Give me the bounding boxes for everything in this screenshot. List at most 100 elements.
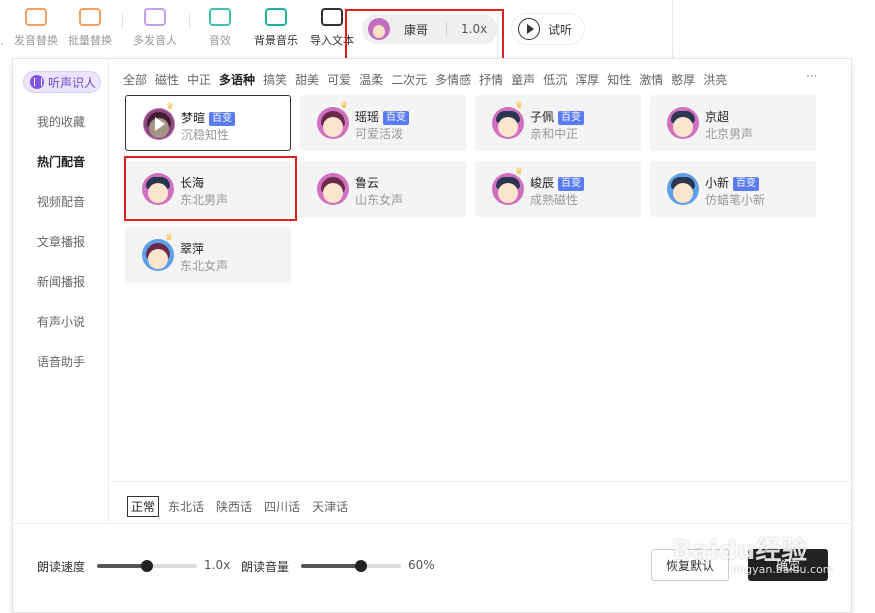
dialect-option[interactable]: 天津话 [309, 497, 351, 516]
crown-icon: ♛ [166, 102, 175, 112]
voice-avatar [492, 173, 524, 205]
voice-avatar [317, 107, 349, 139]
voice-card[interactable]: 鲁云 山东女声 [300, 161, 466, 217]
highlight-box [124, 156, 297, 221]
tab-category[interactable]: 磁性 [155, 71, 179, 88]
volume-value: 60% [408, 558, 435, 572]
tab-category[interactable]: 童声 [511, 71, 535, 88]
voice-description: 可爱活泼 [355, 127, 404, 141]
volume-slider[interactable] [301, 560, 401, 572]
tab-category[interactable]: 低沉 [543, 71, 567, 88]
volume-slider-handle[interactable] [355, 560, 367, 572]
voice-recognition-button[interactable]: 听声识人 [23, 71, 101, 93]
voice-avatar [667, 107, 699, 139]
tab-category[interactable]: 搞笑 [263, 71, 287, 88]
highlight-box [345, 9, 504, 61]
crown-icon: ♛ [340, 101, 349, 111]
sound-effect-button[interactable]: 音效 [204, 8, 236, 48]
sidebar-item-assistant[interactable]: 语音助手 [37, 353, 85, 370]
tab-category[interactable]: 中正 [187, 71, 211, 88]
variant-badge: 百变 [383, 111, 410, 125]
crown-icon: ♛ [515, 101, 524, 111]
voice-card[interactable]: ♛ 峻辰 百变 成熟磁性 [475, 161, 641, 217]
voice-description: 北京男声 [705, 127, 754, 141]
variant-badge: 百变 [558, 111, 585, 125]
sidebar-item-video[interactable]: 视频配音 [37, 193, 85, 210]
more-categories-button[interactable]: ··· [806, 69, 817, 83]
background-music-icon [265, 8, 287, 26]
voice-card[interactable]: ♛ 翠萍 东北女声 [125, 227, 291, 283]
voice-name: 子佩 [530, 110, 555, 124]
variant-badge: 百变 [733, 177, 760, 191]
voice-card[interactable]: ♛ 子佩 百变 亲和中正 [475, 95, 641, 151]
voice-name: 京超 [705, 110, 730, 124]
tab-category[interactable]: 可爱 [327, 71, 351, 88]
voice-avatar [142, 239, 174, 271]
speed-value: 1.0x [204, 558, 231, 572]
variant-badge: 百变 [558, 177, 585, 191]
voice-description: 成熟磁性 [530, 193, 579, 207]
dialect-option[interactable]: 陕西话 [213, 497, 255, 516]
variant-badge: 百变 [209, 112, 236, 126]
sidebar-item-favorites[interactable]: 我的收藏 [37, 113, 85, 130]
voice-card[interactable]: 小新 百变 仿蜡笔小新 [650, 161, 816, 217]
voice-name: 鲁云 [355, 176, 380, 190]
tab-category[interactable]: 憨厚 [671, 71, 695, 88]
pronunciation-replace-icon [25, 8, 47, 26]
speed-slider[interactable] [97, 560, 197, 572]
voice-name: 翠萍 [180, 242, 205, 256]
sidebar-item-popular[interactable]: 热门配音 [37, 153, 85, 170]
voice-card[interactable]: 京超 北京男声 [650, 95, 816, 151]
sidebar-item-audiobook[interactable]: 有声小说 [37, 313, 85, 330]
tab-category[interactable]: 洪亮 [703, 71, 727, 88]
tab-category[interactable]: 甜美 [295, 71, 319, 88]
pronunciation-replace-button[interactable]: 发音替换 [12, 8, 60, 48]
voice-card[interactable]: ♛ 瑶瑶 百变 可爱活泼 [300, 95, 466, 151]
toolbar-divider [189, 14, 190, 28]
toolbar: · 发音替换 批量替换 多发音人 音效 背景音乐 导入文本 康哥 1.0x 试听 [0, 0, 672, 61]
voice-selection-panel: 听声识人 我的收藏 热门配音 视频配音 文章播报 新闻播报 有声小说 语音助手 … [12, 58, 852, 613]
tab-category[interactable]: 全部 [123, 71, 147, 88]
listen-button[interactable]: 试听 [512, 14, 584, 44]
voice-card[interactable]: ♛ 梦暄 百变 沉稳知性 [125, 95, 291, 151]
tab-category[interactable]: 抒情 [479, 71, 503, 88]
tab-category[interactable]: 温柔 [359, 71, 383, 88]
toolbar-fragment: · [0, 38, 4, 51]
tab-category[interactable]: 多情感 [435, 71, 471, 88]
sound-effect-icon [209, 8, 231, 26]
crown-icon: ♛ [515, 167, 524, 177]
sidebar-item-news[interactable]: 新闻播报 [37, 273, 85, 290]
voice-description: 亲和中正 [530, 127, 579, 141]
toolbar-divider [122, 14, 123, 28]
multi-speaker-icon [144, 8, 166, 26]
multi-speaker-button[interactable]: 多发音人 [131, 8, 179, 48]
volume-slider-fill [301, 564, 361, 568]
dialect-option[interactable]: 东北话 [165, 497, 207, 516]
voice-name: 瑶瑶 [355, 110, 380, 124]
voice-description: 东北女声 [180, 259, 229, 273]
category-sidebar: 听声识人 我的收藏 热门配音 视频配音 文章播报 新闻播报 有声小说 语音助手 [13, 59, 109, 522]
play-icon[interactable] [144, 109, 174, 139]
voice-avatar [317, 173, 349, 205]
tab-category-active[interactable]: 多语种 [219, 71, 255, 88]
reset-default-button[interactable]: 恢复默认 [651, 549, 729, 581]
speed-label: 朗读速度 [37, 560, 86, 574]
voice-avatar [667, 173, 699, 205]
confirm-button[interactable]: 确定 [748, 549, 828, 581]
soundwave-icon [30, 75, 44, 89]
dialect-selector: 正常 东北话 陕西话 四川话 天津话 [127, 496, 357, 517]
background-music-button[interactable]: 背景音乐 [252, 8, 300, 48]
voice-description: 仿蜡笔小新 [705, 193, 766, 207]
speed-slider-handle[interactable] [141, 560, 153, 572]
sidebar-item-article[interactable]: 文章播报 [37, 233, 85, 250]
voice-description: 沉稳知性 [181, 128, 230, 142]
tab-category[interactable]: 二次元 [391, 71, 427, 88]
footer-divider [13, 523, 851, 524]
tab-category[interactable]: 浑厚 [575, 71, 599, 88]
dialect-option-active[interactable]: 正常 [127, 496, 160, 517]
tab-category[interactable]: 知性 [607, 71, 631, 88]
dialect-option[interactable]: 四川话 [261, 497, 303, 516]
tab-category[interactable]: 激情 [639, 71, 663, 88]
batch-replace-button[interactable]: 批量替换 [66, 8, 114, 48]
speed-slider-fill [97, 564, 147, 568]
